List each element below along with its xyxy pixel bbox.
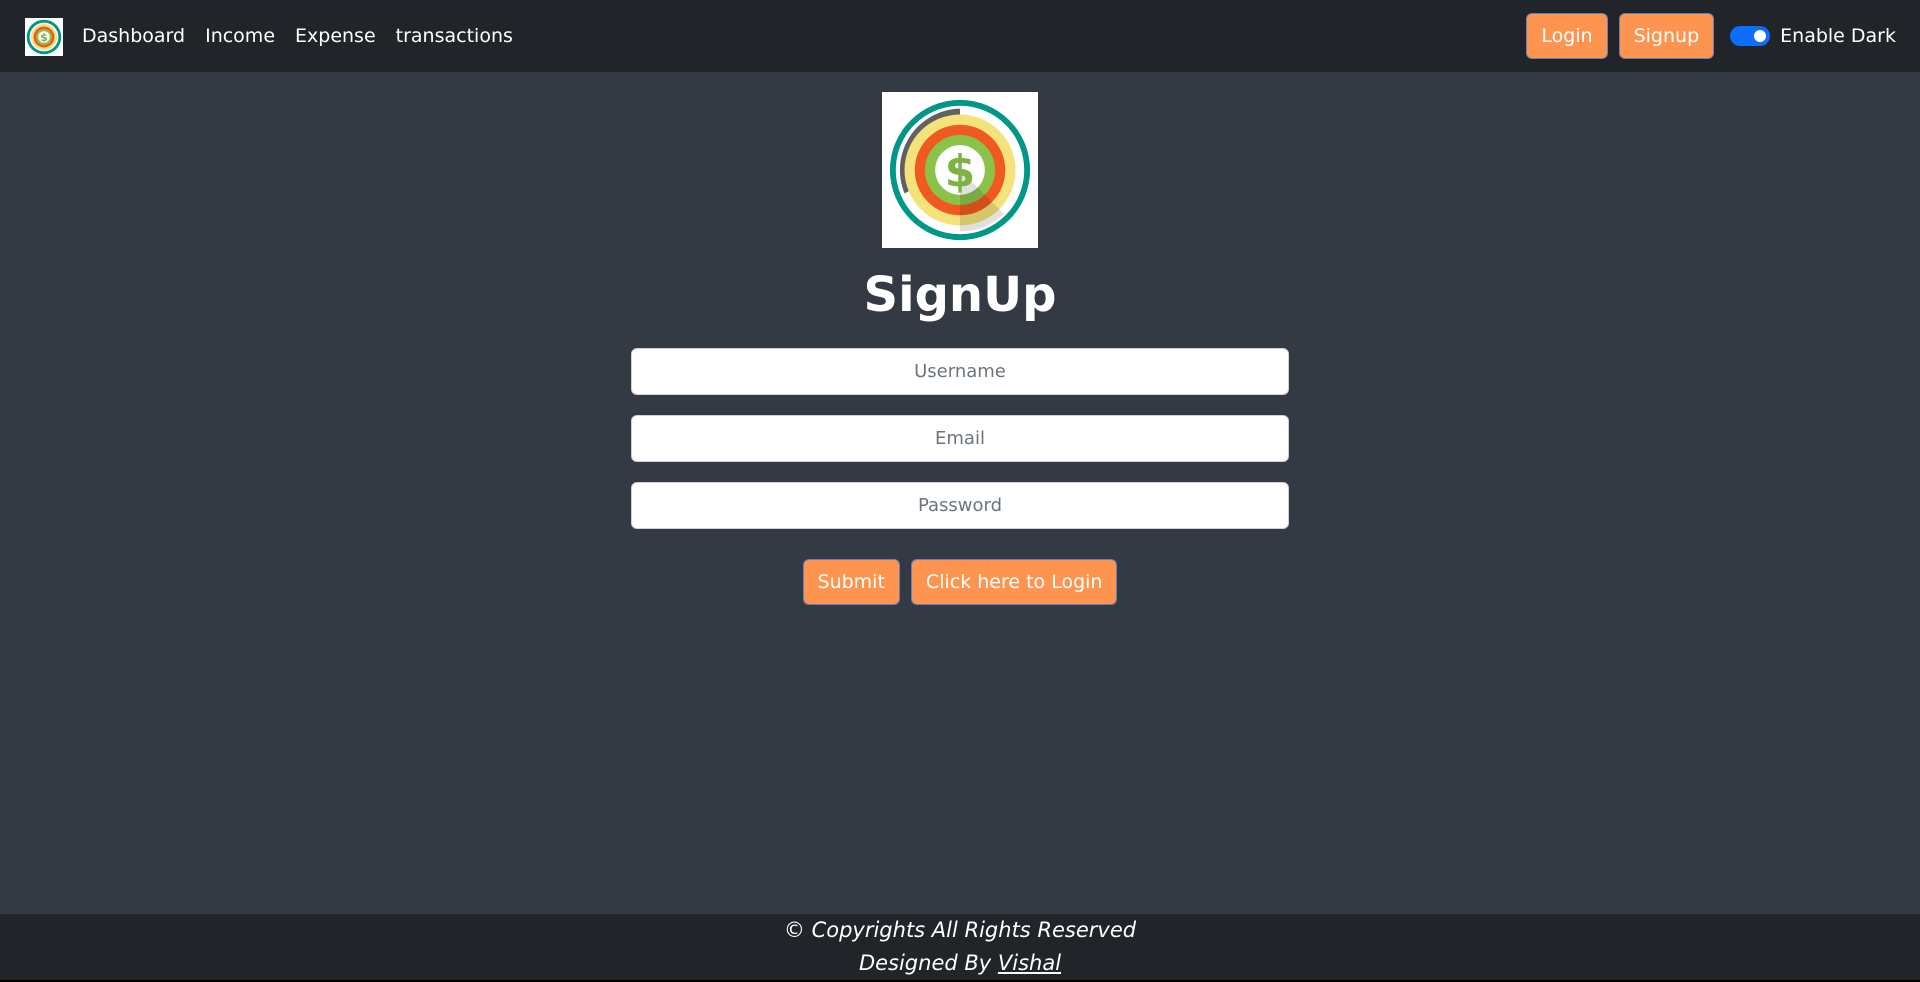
signup-button[interactable]: Signup [1618, 13, 1715, 59]
designed-by-prefix: Designed By [858, 951, 992, 975]
login-button[interactable]: Login [1526, 13, 1608, 59]
signup-page: $ SignUp Submit Click here to Login [0, 72, 1920, 914]
navbar: $ Dashboard Income Expense transactions … [0, 0, 1920, 72]
brand-logo[interactable]: $ [25, 18, 63, 56]
page-title: SignUp [863, 267, 1057, 323]
form-actions: Submit Click here to Login [0, 559, 1920, 605]
dark-mode-toggle[interactable] [1730, 26, 1771, 46]
password-input[interactable] [631, 482, 1289, 529]
dollar-target-logo-icon: $ [889, 99, 1031, 241]
submit-button[interactable]: Submit [802, 559, 900, 605]
username-input[interactable] [631, 348, 1289, 395]
nav-link-dashboard[interactable]: Dashboard [82, 25, 185, 47]
email-input[interactable] [631, 415, 1289, 462]
hero-logo: $ [882, 92, 1038, 248]
dark-mode-switch: Enable Dark [1730, 25, 1896, 47]
copyright-text: © Copyrights All Rights Reserved [783, 918, 1137, 942]
dollar-target-logo-icon: $ [26, 19, 62, 55]
svg-text:$: $ [945, 146, 975, 197]
nav-links: Dashboard Income Expense transactions [82, 0, 513, 72]
nav-link-income[interactable]: Income [205, 25, 275, 47]
dark-mode-label[interactable]: Enable Dark [1780, 25, 1896, 47]
footer: © Copyrights All Rights Reserved Designe… [0, 914, 1920, 980]
designer-link[interactable]: Vishal [998, 951, 1061, 975]
nav-link-transactions[interactable]: transactions [396, 25, 513, 47]
nav-link-expense[interactable]: Expense [295, 25, 376, 47]
designed-by-line: Designed By Vishal [0, 947, 1920, 980]
go-to-login-button[interactable]: Click here to Login [910, 559, 1118, 605]
svg-text:$: $ [40, 31, 48, 44]
toggle-knob [1754, 30, 1767, 42]
nav-actions: Login Signup Enable Dark [1515, 0, 1896, 72]
